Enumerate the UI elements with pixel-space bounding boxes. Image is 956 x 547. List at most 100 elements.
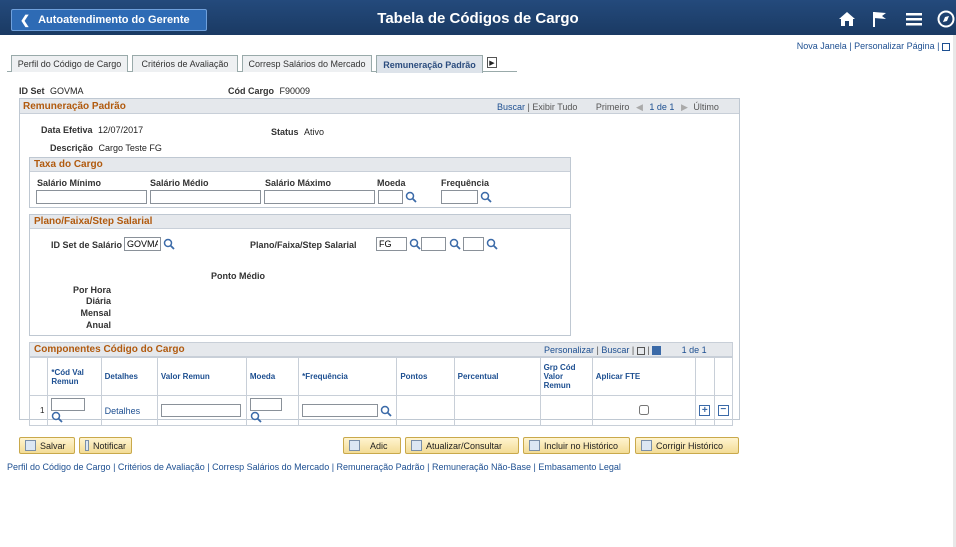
currency-cell — [245, 395, 300, 426]
salary-plan-lookup-icon[interactable] — [409, 238, 421, 250]
personalize-grid-link[interactable]: Personalizar — [544, 345, 594, 355]
descr-label: Descrição — [50, 143, 94, 153]
new-window-link[interactable]: Nova Janela — [797, 41, 847, 51]
update-display-button[interactable]: Atualizar/Consultar — [405, 437, 519, 454]
tab-scroll-right-icon[interactable]: ▶ — [487, 57, 497, 68]
details-cell: Detalhes — [100, 395, 158, 426]
tab-evaluation-criteria[interactable]: Critérios de Avaliação — [132, 55, 238, 72]
include-history-label: Incluir no Histórico — [544, 440, 619, 451]
footer-link-market[interactable]: Corresp Salários do Mercado — [212, 462, 329, 472]
zoom-icon[interactable] — [636, 346, 645, 355]
max-salary-input[interactable] — [264, 190, 375, 204]
comp-value-input[interactable] — [160, 404, 241, 417]
status-value: Ativo — [304, 127, 325, 137]
grid-col-rownum — [28, 357, 48, 396]
annual-label: Anual — [85, 320, 111, 330]
comp-frequency-lookup-icon[interactable] — [380, 405, 392, 417]
add-button[interactable]: Adic — [343, 437, 401, 454]
currency-lookup-icon[interactable] — [405, 191, 417, 203]
table-row: 1 Detalhes + − — [28, 395, 733, 426]
grid-icon[interactable] — [942, 42, 950, 51]
add-row-icon[interactable]: + — [699, 405, 711, 416]
home-icon[interactable] — [836, 9, 858, 29]
main-section-header: Remuneração Padrão Buscar | Exibir Tudo … — [20, 99, 739, 114]
remove-cell: − — [713, 395, 733, 426]
midpoint-label: Ponto Médio — [211, 271, 265, 281]
jobcode-row: Cód Cargo F90009 — [228, 86, 310, 96]
cod-val-input[interactable] — [51, 398, 86, 411]
currency-input[interactable] — [378, 190, 403, 204]
tab-job-code-profile[interactable]: Perfil do Código de Cargo — [11, 55, 128, 72]
include-history-button[interactable]: Incluir no Histórico — [523, 437, 630, 454]
comp-currency-lookup-icon[interactable] — [250, 411, 262, 423]
tab-label: Critérios de Avaliação — [141, 59, 229, 69]
apply-fte-checkbox[interactable] — [638, 404, 649, 415]
previous-icon[interactable]: ◀ — [636, 102, 643, 112]
cod-val-lookup-icon[interactable] — [51, 411, 64, 423]
find-grid-link[interactable]: Buscar — [601, 345, 629, 355]
setid-label: ID Set — [19, 86, 45, 96]
grade-input[interactable] — [421, 237, 446, 251]
daily-label: Diária — [85, 296, 111, 306]
correct-history-icon — [641, 440, 652, 451]
max-salary-label: Salário Máximo — [265, 178, 332, 188]
step-input[interactable] — [463, 237, 484, 251]
footer-link-default-comp[interactable]: Remuneração Padrão — [337, 462, 425, 472]
correct-history-button[interactable]: Corrigir Histórico — [635, 437, 739, 454]
components-title: Componentes Código do Cargo — [34, 344, 185, 355]
find-link[interactable]: Buscar — [497, 102, 525, 112]
hourly-label: Por Hora — [72, 285, 111, 295]
tab-default-compensation[interactable]: Remuneração Padrão — [376, 55, 483, 73]
salary-setid-input[interactable] — [124, 237, 161, 251]
grade-lookup-icon[interactable] — [449, 238, 461, 250]
frequency-label: Frequência — [441, 178, 490, 188]
salary-plan-input[interactable] — [376, 237, 407, 251]
frequency-input[interactable] — [441, 190, 478, 204]
tab-market-salaries[interactable]: Corresp Salários do Mercado — [242, 55, 372, 72]
save-button[interactable]: Salvar — [19, 437, 75, 454]
personalize-page-link[interactable]: Personalizar Página — [854, 41, 935, 51]
grid-row-count: 1 de 1 — [681, 345, 707, 355]
save-icon — [25, 440, 36, 451]
flag-icon[interactable] — [869, 9, 891, 29]
descr-row: Descrição Cargo Teste FG — [50, 143, 162, 153]
notify-button-label: Notificar — [92, 440, 126, 451]
navbar-icon[interactable] — [936, 9, 956, 29]
remove-row-icon[interactable]: − — [717, 405, 729, 416]
effdt-value: 12/07/2017 — [98, 125, 144, 135]
status-label: Status — [271, 127, 299, 137]
footer-link-criteria[interactable]: Critérios de Avaliação — [118, 462, 205, 472]
add-icon — [349, 440, 360, 451]
add-button-label: Adic — [370, 440, 388, 451]
correct-history-label: Corrigir Histórico — [656, 440, 724, 451]
comp-currency-input[interactable] — [249, 398, 282, 411]
salary-setid-lookup-icon[interactable] — [163, 238, 175, 250]
menu-icon[interactable] — [903, 9, 925, 29]
components-header: Componentes Código do Cargo Personalizar… — [29, 342, 733, 357]
add-cell: + — [695, 395, 715, 426]
mid-salary-input[interactable] — [150, 190, 261, 204]
page-title: Tabela de Códigos de Cargo — [377, 10, 579, 27]
footer-links: Perfil do Código de Cargo | Critérios de… — [7, 462, 621, 472]
grid-col-currency: Moeda — [245, 357, 300, 396]
grid-col-points: Pontos — [396, 357, 455, 396]
details-link[interactable]: Detalhes — [105, 406, 141, 416]
next-icon[interactable]: ▶ — [681, 102, 688, 112]
step-lookup-icon[interactable] — [486, 238, 498, 250]
grid-col-value: Valor Remun — [156, 357, 247, 396]
footer-link-profile[interactable]: Perfil do Código de Cargo — [7, 462, 111, 472]
frequency-lookup-icon[interactable] — [480, 191, 492, 203]
view-all-link[interactable]: Exibir Tudo — [532, 102, 577, 112]
footer-link-non-base[interactable]: Remuneração Não-Base — [432, 462, 531, 472]
notify-button[interactable]: Notificar — [79, 437, 132, 454]
salary-setid-label: ID Set de Salário — [51, 240, 123, 250]
row-number: 1 — [28, 395, 48, 426]
footer-link-legal[interactable]: Embasamento Legal — [538, 462, 621, 472]
update-button-label: Atualizar/Consultar — [426, 440, 503, 451]
min-salary-input[interactable] — [36, 190, 147, 204]
save-button-label: Salvar — [40, 440, 66, 451]
comp-frequency-input[interactable] — [302, 403, 379, 417]
top-links: Nova Janela | Personalizar Página | — [797, 41, 950, 51]
group-cell — [539, 395, 593, 426]
download-icon[interactable] — [652, 346, 662, 356]
